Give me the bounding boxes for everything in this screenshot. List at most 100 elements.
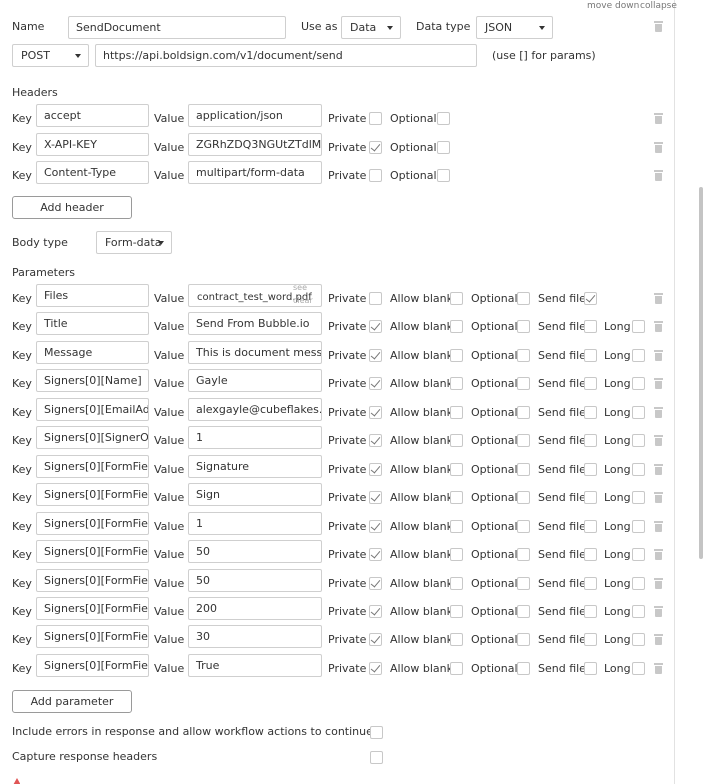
delete-row-icon[interactable] [654,577,663,589]
private-checkbox[interactable] [369,377,382,391]
long-checkbox[interactable] [632,633,645,647]
private-checkbox[interactable] [369,519,382,533]
param-value-input[interactable]: True [188,653,322,677]
file-see-link[interactable]: see [293,283,307,292]
param-value-input[interactable]: Sign [188,483,322,507]
private-checkbox[interactable] [369,604,382,618]
delete-row-icon[interactable] [654,321,663,333]
allow-blank-checkbox[interactable] [450,661,463,675]
param-key-input[interactable]: Signers[0][FormField [36,511,149,535]
data-type-dropdown[interactable]: JSON [476,16,553,39]
allow-blank-checkbox[interactable] [450,576,463,590]
param-key-input[interactable]: Signers[0][EmailAddr [36,397,149,421]
method-dropdown[interactable]: POST [12,44,89,67]
optional-checkbox[interactable] [517,320,530,334]
private-checkbox[interactable] [369,633,382,647]
param-value-input[interactable]: Gayle [188,369,322,393]
private-checkbox[interactable] [369,348,382,362]
allow-blank-checkbox[interactable] [450,292,463,305]
delete-row-icon[interactable] [654,170,663,181]
header-value-input[interactable]: multipart/form-data [188,161,322,184]
allow-blank-checkbox[interactable] [450,604,463,618]
allow-blank-checkbox[interactable] [450,519,463,533]
delete-row-icon[interactable] [654,520,663,532]
private-checkbox[interactable] [369,112,382,125]
long-checkbox[interactable] [632,405,645,419]
optional-checkbox[interactable] [437,169,450,182]
optional-checkbox[interactable] [517,462,530,476]
send-file-checkbox[interactable] [584,462,597,476]
header-value-input[interactable]: application/json [188,104,322,127]
param-key-input[interactable]: Signers[0][FormField [36,596,149,620]
param-key-input[interactable]: Signers[0][FormField [36,625,149,649]
send-file-checkbox[interactable] [584,548,597,562]
send-file-checkbox[interactable] [584,377,597,391]
send-file-checkbox[interactable] [584,491,597,505]
private-checkbox[interactable] [369,169,382,182]
allow-blank-checkbox[interactable] [450,434,463,448]
optional-checkbox[interactable] [517,292,530,305]
header-key-input[interactable]: accept [36,104,149,127]
header-value-input[interactable]: ZGRhZDQ3NGUtZTdlMC0 [188,132,322,156]
add-parameter-button[interactable]: Add parameter [12,690,132,713]
long-checkbox[interactable] [632,519,645,533]
delete-row-icon[interactable] [654,605,663,617]
optional-checkbox[interactable] [517,434,530,448]
optional-checkbox[interactable] [517,576,530,590]
delete-row-icon[interactable] [654,492,663,504]
optional-checkbox[interactable] [517,377,530,391]
delete-row-icon[interactable] [654,113,663,124]
allow-blank-checkbox[interactable] [450,320,463,334]
send-file-checkbox[interactable] [584,576,597,590]
header-key-input[interactable]: Content-Type [36,161,149,184]
delete-row-icon[interactable] [654,378,663,390]
send-file-checkbox[interactable] [584,661,597,675]
url-input[interactable]: https://api.boldsign.com/v1/document/sen… [95,44,477,67]
long-checkbox[interactable] [632,462,645,476]
long-checkbox[interactable] [632,377,645,391]
allow-blank-checkbox[interactable] [450,377,463,391]
param-key-input[interactable]: Signers[0][FormField [36,653,149,677]
send-file-checkbox[interactable] [584,292,597,305]
private-checkbox[interactable] [369,576,382,590]
param-key-input[interactable]: Message [36,340,149,364]
name-input[interactable]: SendDocument [68,16,286,39]
param-key-input[interactable]: Signers[0][SignerOrd [36,426,149,450]
capture-headers-checkbox[interactable] [370,751,383,764]
optional-checkbox[interactable] [517,405,530,419]
optional-checkbox[interactable] [517,633,530,647]
private-checkbox[interactable] [369,548,382,562]
send-file-checkbox[interactable] [584,519,597,533]
delete-row-icon[interactable] [654,634,663,646]
long-checkbox[interactable] [632,548,645,562]
long-checkbox[interactable] [632,491,645,505]
optional-checkbox[interactable] [517,604,530,618]
delete-call-icon[interactable] [654,21,663,32]
optional-checkbox[interactable] [517,491,530,505]
send-file-checkbox[interactable] [584,633,597,647]
send-file-checkbox[interactable] [584,434,597,448]
send-file-checkbox[interactable] [584,320,597,334]
param-value-input[interactable]: Send From Bubble.io [188,312,322,336]
param-key-input[interactable]: Signers[0][Name] [36,369,149,393]
long-checkbox[interactable] [632,604,645,618]
param-key-input[interactable]: Title [36,312,149,336]
param-value-input[interactable]: This is document messag [188,340,322,364]
param-key-input[interactable]: Signers[0][FormField [36,454,149,478]
delete-row-icon[interactable] [654,293,663,304]
optional-checkbox[interactable] [517,548,530,562]
add-header-button[interactable]: Add header [12,196,132,219]
delete-row-icon[interactable] [654,662,663,674]
param-value-input[interactable]: 1 [188,511,322,535]
private-checkbox[interactable] [369,434,382,448]
private-checkbox[interactable] [369,491,382,505]
long-checkbox[interactable] [632,576,645,590]
param-value-input[interactable]: 200 [188,596,322,620]
param-value-input[interactable]: 50 [188,568,322,592]
delete-row-icon[interactable] [654,463,663,475]
optional-checkbox[interactable] [437,112,450,125]
move-down-link[interactable]: move down [587,1,639,11]
param-key-input[interactable]: Signers[0][FormField [36,540,149,564]
private-checkbox[interactable] [369,405,382,419]
delete-row-icon[interactable] [654,406,663,418]
